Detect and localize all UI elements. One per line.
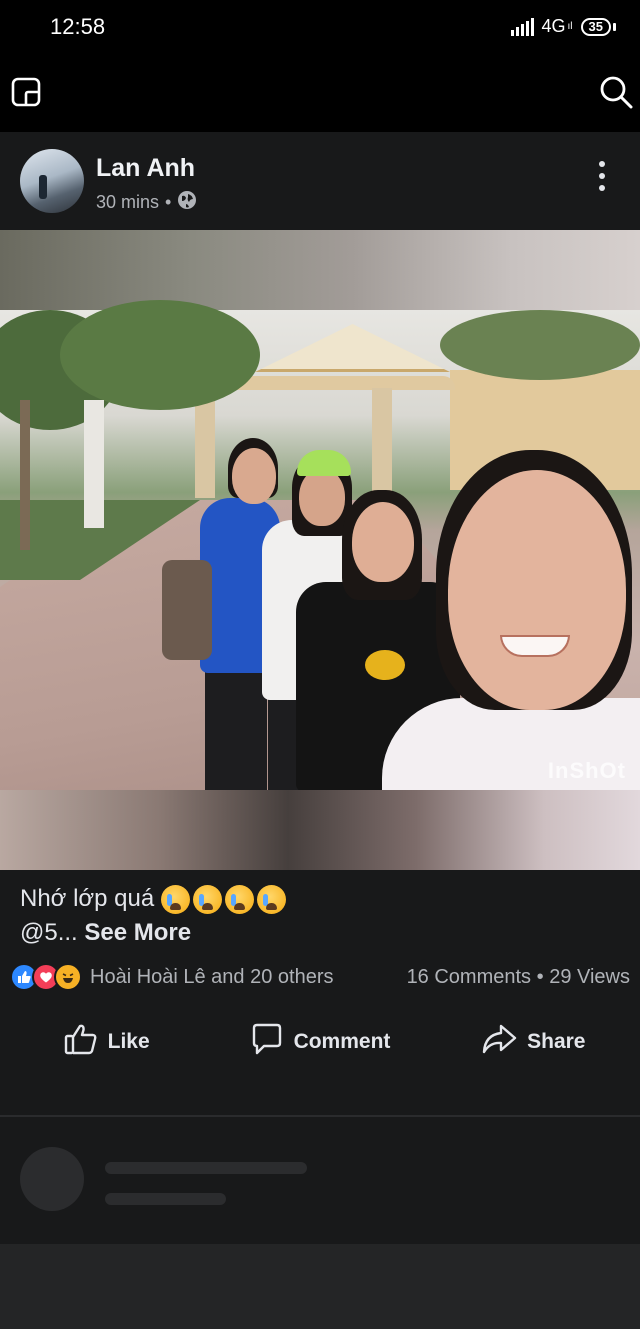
- see-more-link[interactable]: See More: [84, 919, 191, 946]
- video-blur-top: [0, 230, 640, 310]
- video-blur-bottom: [0, 790, 640, 870]
- avatar-figure: [39, 175, 47, 199]
- author-name[interactable]: Lan Anh: [96, 154, 195, 183]
- like-button[interactable]: Like: [0, 1023, 213, 1061]
- status-indicators: 4G ıl 35: [510, 16, 616, 37]
- post-video[interactable]: InShOt: [0, 230, 640, 870]
- share-button[interactable]: Share: [427, 1023, 640, 1061]
- post-actions: Like Comment Share: [0, 1012, 640, 1072]
- comment-button[interactable]: Comment: [213, 1022, 426, 1062]
- share-arrow-icon: [481, 1023, 517, 1061]
- loading-post-skeleton: [0, 1117, 640, 1244]
- battery-level: 35: [588, 18, 603, 34]
- scene-pillar: [372, 388, 392, 498]
- status-time: 12:58: [50, 14, 106, 39]
- post-caption: Nhớ lớp quá @5... See More: [20, 882, 286, 950]
- comment-count[interactable]: 16 Comments: [407, 966, 532, 988]
- crying-face-icon: [224, 885, 254, 915]
- haha-reaction-icon: [54, 963, 82, 991]
- reaction-names[interactable]: Hoài Hoài Lê and 20 others: [90, 966, 407, 989]
- crying-face-icon: [160, 885, 190, 915]
- story-square-icon[interactable]: [4, 70, 48, 114]
- feed-post: Lan Anh 30 mins • InShOt Nhớ lớp quá @5.…: [0, 132, 640, 1115]
- post-time[interactable]: 30 mins: [96, 192, 159, 213]
- video-scene: [0, 300, 640, 798]
- caption-line-2: @5... See More: [20, 916, 286, 950]
- comment-label: Comment: [293, 1030, 391, 1053]
- meta-separator: •: [165, 192, 172, 212]
- feed-gap: [0, 1244, 640, 1329]
- post-meta: 30 mins •: [96, 190, 197, 215]
- caption-line-1: Nhớ lớp quá: [20, 882, 286, 916]
- signal-icon: [510, 17, 534, 36]
- view-count: 29 Views: [549, 965, 630, 988]
- battery-icon: 35: [580, 17, 611, 36]
- network-type: 4G: [541, 16, 566, 36]
- skeleton-line: [105, 1162, 307, 1174]
- scene-tree: [60, 300, 260, 410]
- scene-gate-sign: [255, 324, 450, 372]
- crying-face-icon: [256, 885, 286, 915]
- reactions-summary[interactable]: Hoài Hoài Lê and 20 others 16 Comments •…: [10, 962, 630, 992]
- search-icon[interactable]: [594, 70, 638, 114]
- caption-text: Nhớ lớp quá: [20, 885, 155, 912]
- skeleton-line: [105, 1193, 226, 1205]
- post-stats[interactable]: 16 Comments • 29 Views: [407, 966, 630, 989]
- more-options-icon[interactable]: [582, 156, 622, 196]
- top-bar: [0, 56, 640, 132]
- caption-mention: @5...: [20, 919, 78, 946]
- share-label: Share: [527, 1030, 586, 1053]
- scene-trunk: [84, 400, 104, 528]
- inshot-watermark: InShOt: [547, 758, 626, 783]
- comment-bubble-icon: [250, 1022, 284, 1062]
- reaction-icons: [10, 963, 82, 991]
- like-label: Like: [107, 1030, 150, 1053]
- status-bar: 12:58 4G ıl 35: [0, 0, 640, 56]
- battery-tip: [613, 22, 616, 31]
- scene-tree: [440, 310, 640, 380]
- crying-emoji-group: [160, 885, 286, 915]
- author-avatar[interactable]: [20, 149, 84, 213]
- globe-icon: [177, 190, 197, 215]
- scene-trunk: [20, 400, 30, 550]
- skeleton-avatar: [20, 1147, 84, 1211]
- stats-separator: •: [536, 965, 544, 988]
- network-sub: ıl: [567, 21, 573, 32]
- thumbs-up-icon: [64, 1023, 98, 1061]
- crying-face-icon: [192, 885, 222, 915]
